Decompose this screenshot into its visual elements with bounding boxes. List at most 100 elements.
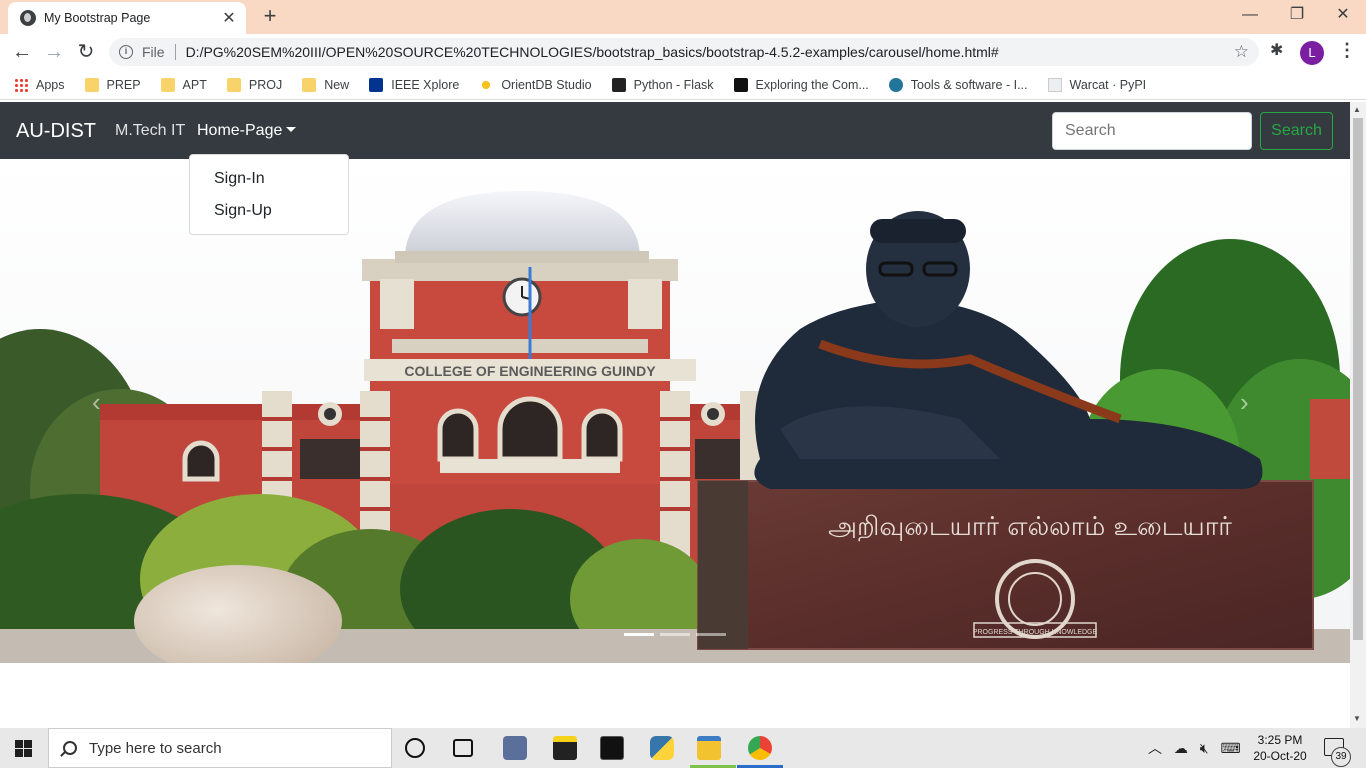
bookmark-item[interactable]: PROJ <box>226 77 282 92</box>
bookmark-item[interactable]: Warcat · PyPI <box>1047 77 1147 92</box>
taskbar-search-box[interactable]: Type here to search <box>48 728 392 768</box>
terminal-app-icon[interactable] <box>600 736 624 760</box>
building-sign-text: COLLEGE OF ENGINEERING GUINDY <box>404 363 656 379</box>
navbar-brand[interactable]: AU-DIST <box>16 120 96 143</box>
profile-avatar[interactable]: L <box>1300 41 1324 65</box>
scroll-down-icon[interactable]: ▼ <box>1353 714 1361 723</box>
folder-icon <box>302 77 317 92</box>
windows-taskbar: Type here to search ︿ ☁ 🔇︎ ⌨ 3:25 PM 20-… <box>0 728 1366 768</box>
address-divider <box>174 44 176 60</box>
pedestal-inscription: அறிவுடையார் எல்லாம் உடையார் <box>828 512 1232 542</box>
bookmark-item[interactable]: APT <box>160 77 207 92</box>
bookmark-label: New <box>324 77 350 92</box>
chrome-app-icon[interactable] <box>748 736 772 760</box>
bookmark-label: Warcat · PyPI <box>1069 77 1147 92</box>
extensions-puzzle-icon[interactable]: ✱ <box>1270 40 1283 60</box>
bookmark-label: PREP <box>106 77 141 92</box>
scroll-up-icon[interactable]: ▲ <box>1353 105 1361 114</box>
folder-icon <box>226 77 241 92</box>
clock-time: 3:25 PM <box>1257 733 1303 747</box>
carousel-indicator[interactable] <box>696 633 726 636</box>
new-tab-button[interactable]: + <box>259 5 281 27</box>
address-scheme-label: File <box>142 44 165 60</box>
windows-start-icon[interactable] <box>15 740 32 757</box>
cortana-icon[interactable] <box>405 738 425 758</box>
back-icon[interactable]: ← <box>8 38 36 66</box>
address-url[interactable]: D:/PG%20SEM%20III/OPEN%20SOURCE%20TECHNO… <box>186 44 1234 60</box>
browser-toolbar: ← → ↻ i File D:/PG%20SEM%20III/OPEN%20SO… <box>0 34 1366 70</box>
chevron-up-icon[interactable]: ︿ <box>1148 740 1162 756</box>
bookmark-item[interactable]: OrientDB Studio <box>479 77 592 92</box>
dropdown-item-sign-in[interactable]: Sign-In <box>190 163 348 195</box>
search-icon <box>63 741 77 755</box>
kebab-menu-icon[interactable]: ⋮ <box>1338 40 1356 61</box>
system-tray: ︿ ☁ 🔇︎ ⌨ <box>1148 738 1241 758</box>
bookmark-item[interactable]: Apps <box>14 77 65 92</box>
page-icon <box>1047 77 1062 92</box>
folder-icon <box>160 77 175 92</box>
orientdb-icon <box>479 77 494 92</box>
carousel-indicator[interactable] <box>660 633 690 636</box>
hh-icon <box>733 77 748 92</box>
system-clock[interactable]: 3:25 PM 20-Oct-20 <box>1250 732 1310 764</box>
sticky-notes-icon[interactable] <box>553 736 577 760</box>
volume-muted-icon[interactable]: 🔇︎ <box>1200 740 1209 756</box>
bookmark-item[interactable]: IEEE Xplore <box>369 77 460 92</box>
site-search-input[interactable] <box>1052 112 1252 150</box>
nav-dropdown-label: Home-Page <box>197 122 283 139</box>
clock-date: 20-Oct-20 <box>1253 749 1307 763</box>
file-explorer-icon[interactable] <box>697 736 721 760</box>
info-icon[interactable]: i <box>119 45 133 59</box>
reload-icon[interactable]: ↻ <box>72 38 100 66</box>
close-window-icon[interactable]: ✕ <box>1329 4 1357 26</box>
close-tab-icon[interactable]: ✕ <box>220 8 238 28</box>
ieee-icon <box>369 77 384 92</box>
bookmark-item[interactable]: Python - Flask <box>611 77 714 92</box>
caret-down-icon <box>286 127 297 132</box>
terminal-icon <box>611 77 626 92</box>
bookmark-label: Tools & software - I... <box>910 77 1028 92</box>
carousel-indicator[interactable] <box>624 633 654 636</box>
globe-icon <box>20 10 36 26</box>
address-bar[interactable]: i File D:/PG%20SEM%20III/OPEN%20SOURCE%2… <box>109 38 1259 66</box>
task-view-icon[interactable] <box>453 739 473 757</box>
tab-title: My Bootstrap Page <box>44 11 151 25</box>
bookmark-label: Python - Flask <box>633 77 714 92</box>
browser-tab[interactable]: My Bootstrap Page ✕ <box>8 2 246 34</box>
notification-count-badge: 39 <box>1331 747 1351 767</box>
cloud-icon[interactable]: ☁ <box>1174 740 1188 756</box>
bookmark-item[interactable]: Exploring the Com... <box>733 77 869 92</box>
wordpress-icon <box>888 77 903 92</box>
nav-dropdown-home[interactable]: Home-Page <box>197 122 297 140</box>
carousel-prev-icon[interactable]: ‹ <box>92 387 101 418</box>
scrollbar-thumb[interactable] <box>1353 118 1363 640</box>
bookmark-label: IEEE Xplore <box>391 77 460 92</box>
site-navbar: AU-DIST M.Tech IT Home-Page Search <box>0 102 1350 159</box>
bookmarks-bar: Apps PREP APT PROJ New IEEE Xplore OrientDB St… <box>0 70 1366 100</box>
bookmark-label: OrientDB Studio <box>501 77 592 92</box>
keyboard-icon[interactable]: ⌨ <box>1221 740 1241 756</box>
page-viewport: AU-DIST M.Tech IT Home-Page Search Sign-… <box>0 102 1350 728</box>
bookmark-item[interactable]: New <box>302 77 350 92</box>
carousel-next-icon[interactable]: › <box>1240 387 1249 418</box>
restore-icon[interactable]: ❐ <box>1283 4 1311 26</box>
minimize-icon[interactable]: — <box>1236 4 1264 26</box>
page-scrollbar[interactable]: ▲ ▼ <box>1350 102 1366 728</box>
notification-center-icon[interactable]: 39 <box>1324 738 1351 767</box>
bookmark-item[interactable]: Tools & software - I... <box>888 77 1028 92</box>
bookmark-star-icon[interactable]: ☆ <box>1234 42 1249 62</box>
bookmark-label: APT <box>182 77 207 92</box>
dropdown-item-sign-up[interactable]: Sign-Up <box>190 195 348 227</box>
browser-tab-strip: My Bootstrap Page ✕ + — ❐ ✕ <box>0 0 1366 34</box>
bookmark-label: Exploring the Com... <box>755 77 869 92</box>
site-search-button[interactable]: Search <box>1260 112 1333 150</box>
bookmark-item[interactable]: PREP <box>84 77 141 92</box>
folder-icon <box>84 77 99 92</box>
forward-icon[interactable]: → <box>40 38 68 66</box>
python-app-icon[interactable] <box>650 736 674 760</box>
home-dropdown-menu: Sign-In Sign-Up <box>189 154 349 235</box>
camera-app-icon[interactable] <box>503 736 527 760</box>
nav-link-mtech[interactable]: M.Tech IT <box>115 122 185 140</box>
taskbar-search-placeholder: Type here to search <box>89 739 222 757</box>
apps-grid-icon <box>14 77 28 92</box>
